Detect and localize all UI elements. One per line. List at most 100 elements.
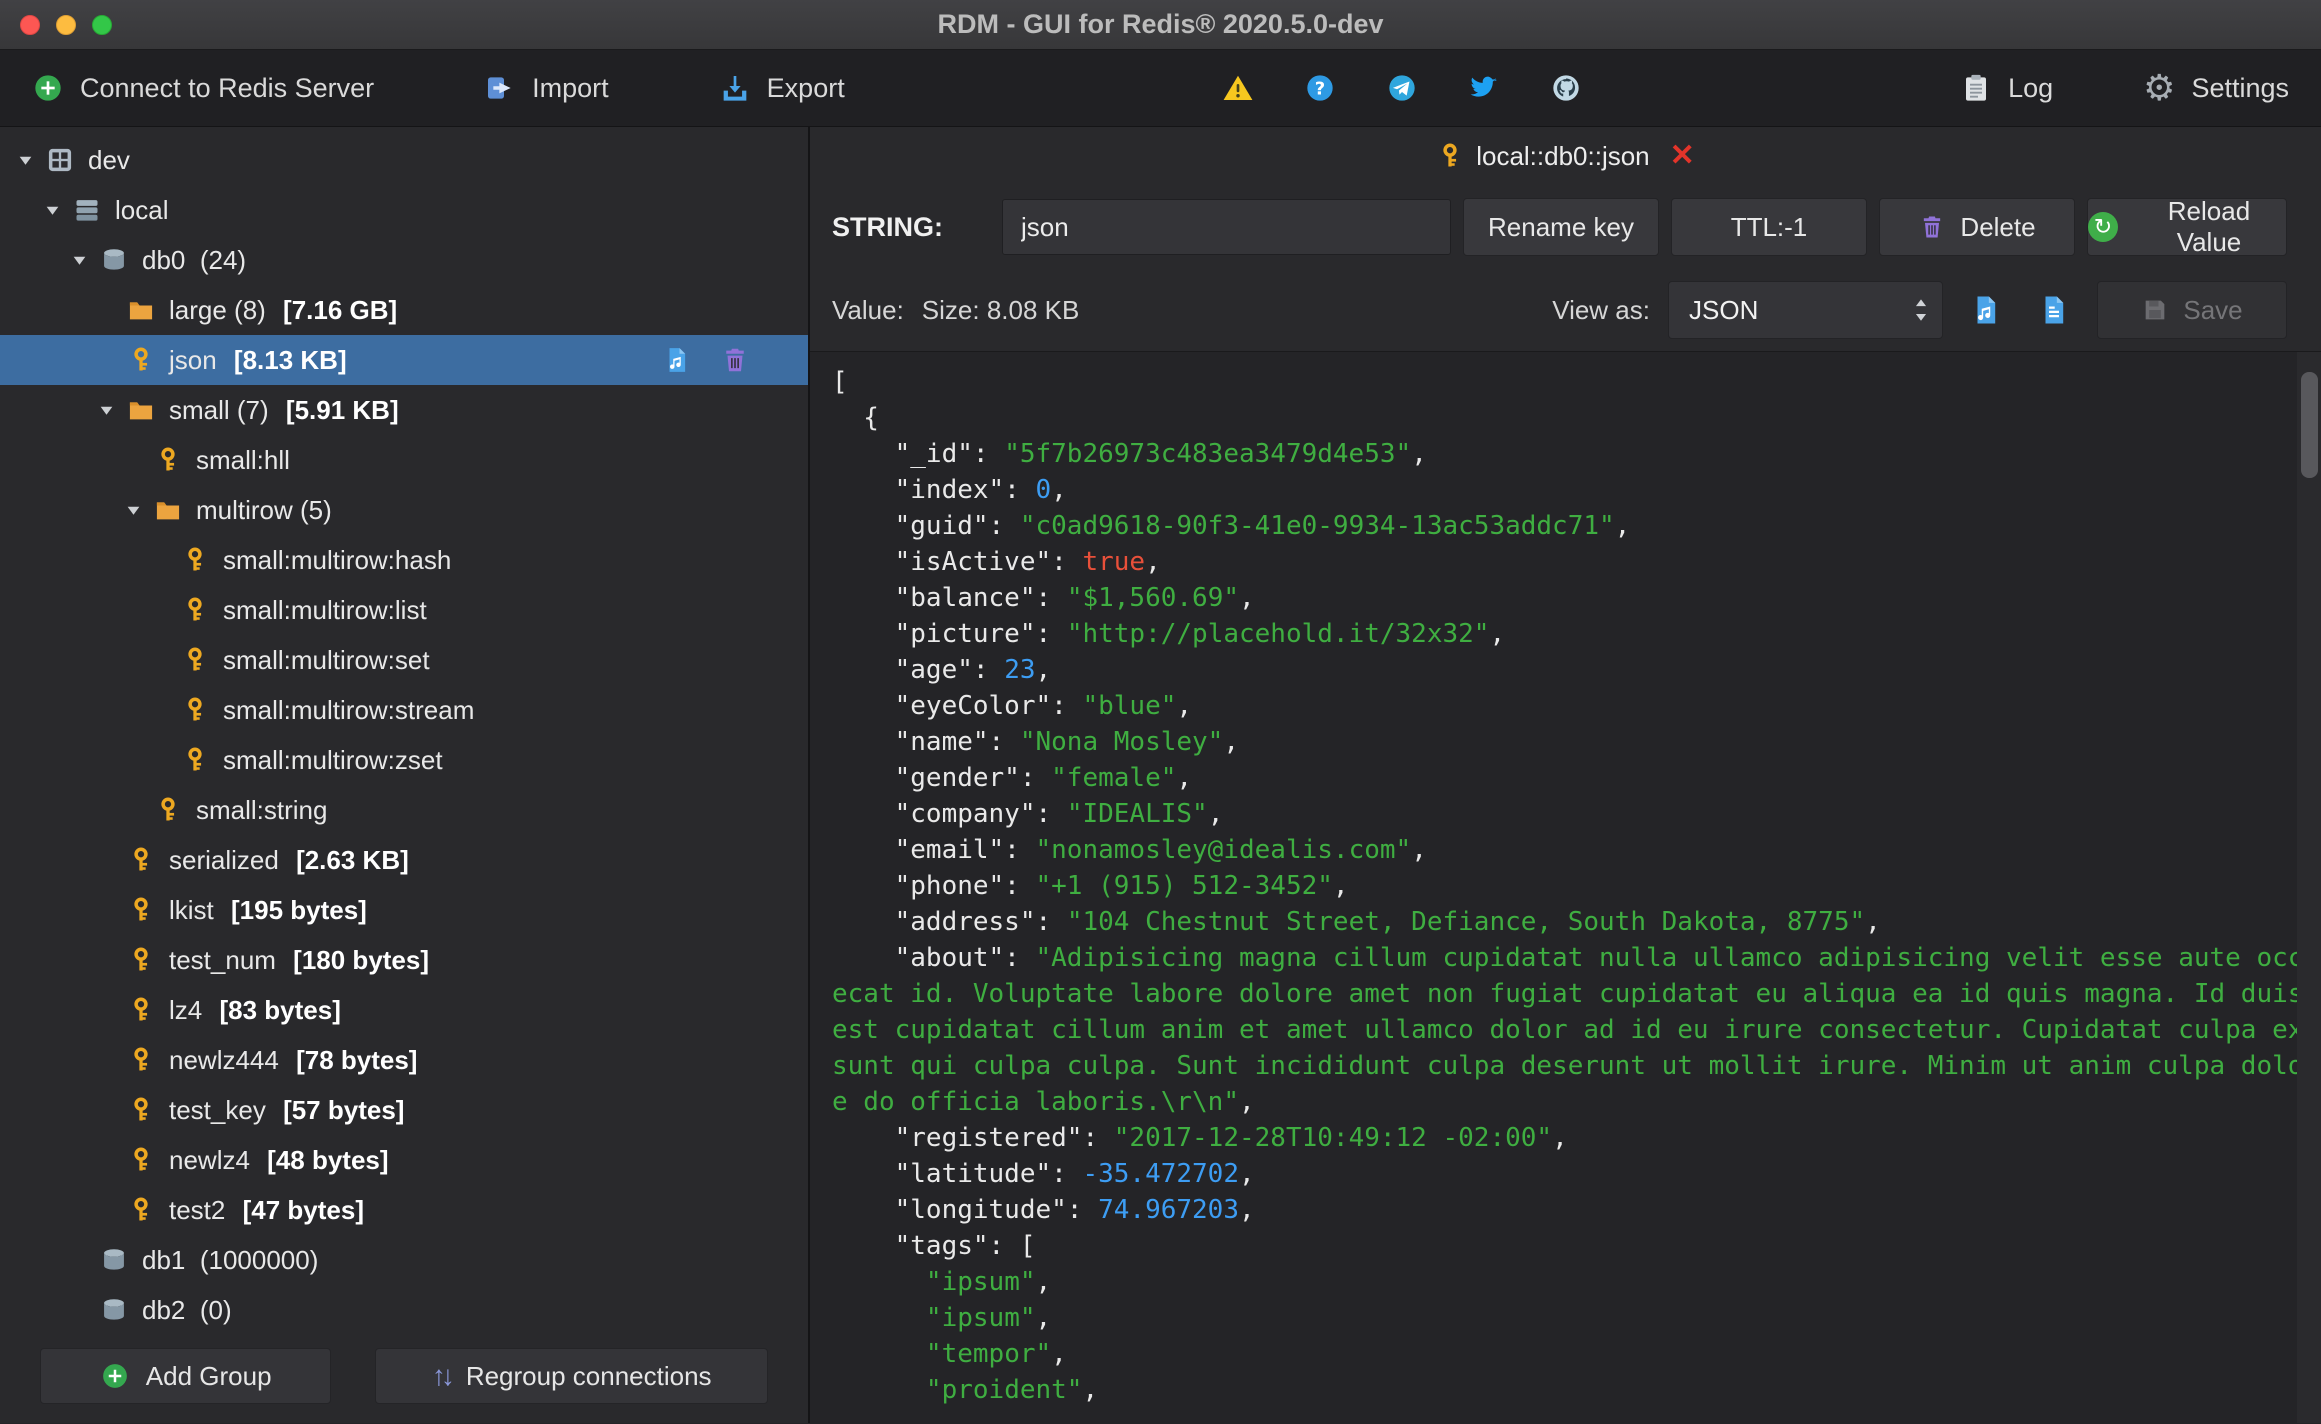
help-icon[interactable]: ? [1304,72,1336,104]
tree-item-small-multirow-list[interactable]: small:multirow:list [0,585,808,635]
key-icon [123,946,159,974]
key-icon [123,896,159,924]
github-icon[interactable] [1550,72,1582,104]
sidebar-footer: Add Group ↑↓ Regroup connections [0,1329,808,1423]
expand-arrow-icon[interactable] [37,202,67,219]
tree-item-multirow-5[interactable]: multirow (5) [0,485,808,535]
regroup-connections-button[interactable]: ↑↓ Regroup connections [375,1348,768,1404]
code-line: "ipsum", [925,1267,1052,1297]
key-icon [1436,142,1464,170]
code-line: "tags": [ [832,1231,1036,1261]
tree-item-json[interactable]: json [8.13 KB] [0,335,808,385]
tree-item-newlz444[interactable]: newlz444 [78 bytes] [0,1035,808,1085]
tree-item-lkist[interactable]: lkist [195 bytes] [0,885,808,935]
tree-item-small-multirow-set[interactable]: small:multirow:set [0,635,808,685]
export-button[interactable]: Export [719,72,845,104]
db-icon [96,1246,132,1274]
tree-item-label: db2 (0) [142,1294,232,1325]
tree-item-large-8[interactable]: large (8) [7.16 GB] [0,285,808,335]
tree-item-small-multirow-zset[interactable]: small:multirow:zset [0,735,808,785]
expand-arrow-icon[interactable] [64,252,94,269]
db-icon [96,1296,132,1324]
key-size-badge: [2.63 KB] [296,844,409,875]
document-json-icon[interactable] [1961,293,2011,327]
tree-item-test2[interactable]: test2 [47 bytes] [0,1185,808,1235]
add-group-button[interactable]: Add Group [40,1348,332,1404]
import-icon [484,72,516,104]
tree-item-label: multirow (5) [196,494,332,525]
tree-item-test-num[interactable]: test_num [180 bytes] [0,935,808,985]
key-name-input[interactable] [1002,199,1451,255]
toolbar: Connect to Redis Server Import Export ? … [0,50,2321,127]
tree-item-small-7[interactable]: small (7) [5.91 KB] [0,385,808,435]
twitter-icon[interactable] [1468,72,1500,104]
tree-item-label: small:multirow:zset [223,744,443,775]
tree-item-local[interactable]: local [0,185,808,235]
trash-icon[interactable] [720,345,750,375]
telegram-icon[interactable] [1386,72,1418,104]
key-icon [123,1196,159,1224]
editor-scrollbar[interactable] [2297,352,2321,1423]
rename-key-button[interactable]: Rename key [1463,198,1659,256]
connection-icon [42,146,78,174]
ttl-button[interactable]: TTL:-1 [1671,198,1867,256]
tree-item-dev[interactable]: dev [0,135,808,185]
reload-value-button[interactable]: ↻ Reload Value [2087,196,2287,257]
code-line: est cupidatat cillum anim et amet ullamc… [832,1015,2320,1045]
tree-item-small-multirow-stream[interactable]: small:multirow:stream [0,685,808,735]
tree-item-test-key[interactable]: test_key [57 bytes] [0,1085,808,1135]
close-tab-icon[interactable]: ✕ [1670,141,1695,171]
scrollbar-thumb[interactable] [2301,372,2318,478]
view-as-value: JSON [1689,294,1759,325]
log-button[interactable]: Log [1960,70,2053,107]
regroup-label: Regroup connections [465,1360,712,1391]
document-text-icon[interactable] [2029,293,2079,327]
tree-item-lz4[interactable]: lz4 [83 bytes] [0,985,808,1035]
edit-key-icon[interactable] [662,345,692,375]
tree-item-label: db0 (24) [142,244,247,275]
tab-bar: local::db0::json ✕ [810,127,2321,185]
tree-item-label: large (8) [169,294,274,325]
plus-circle-icon [32,72,64,104]
tree-item-label: small:multirow:list [223,594,427,625]
tree-item-label: small:multirow:hash [223,544,452,575]
tab-local-db0-json[interactable]: local::db0::json ✕ [1436,141,1695,172]
code-line: "picture": "http://placehold.it/32x32", [832,619,1506,649]
tree-item-small-string[interactable]: small:string [0,785,808,835]
updown-arrows-icon: ↑↓ [431,1360,455,1391]
code-line: "eyeColor": "blue", [832,691,1193,721]
connect-server-label: Connect to Redis Server [80,72,375,103]
code-line: "company": "IDEALIS", [832,799,1224,829]
key-icon [177,746,213,774]
code-line: "ipsum", [925,1303,1052,1333]
connect-server-button[interactable]: Connect to Redis Server [32,72,374,104]
save-value-button[interactable]: Save [2097,281,2287,339]
expand-arrow-icon[interactable] [10,152,40,169]
clipboard-log-icon [1960,72,1992,104]
close-window-button[interactable] [20,14,40,35]
tree-item-db1-1000000[interactable]: db1 (1000000) [0,1235,808,1285]
minimize-window-button[interactable] [56,14,76,35]
tree-item-small-hll[interactable]: small:hll [0,435,808,485]
import-button[interactable]: Import [484,72,609,104]
settings-button[interactable]: ⚙ Settings [2143,69,2289,107]
server-icon [69,196,105,224]
warning-icon[interactable] [1222,72,1254,104]
tree-item-newlz4[interactable]: newlz4 [48 bytes] [0,1135,808,1185]
delete-key-button[interactable]: Delete [1879,198,2075,256]
tree-item-label: small (7) [169,394,276,425]
tree-item-db0-24[interactable]: db0 (24) [0,235,808,285]
connection-tree[interactable]: dev local db0 (24) large (8) [7.16 GB] json … [0,127,808,1329]
tree-item-db2-0[interactable]: db2 (0) [0,1285,808,1329]
expand-arrow-icon[interactable] [118,502,148,519]
tree-item-serialized[interactable]: serialized [2.63 KB] [0,835,808,885]
value-size-label: Size: 8.08 KB [921,294,1080,325]
value-editor[interactable]: [ { "_id": "5f7b26973c483ea3479d4e53", "… [810,351,2321,1423]
zoom-window-button[interactable] [92,14,112,35]
code-line: "address": "104 Chestnut Street, Defianc… [832,907,1881,937]
tree-item-small-multirow-hash[interactable]: small:multirow:hash [0,535,808,585]
expand-arrow-icon[interactable] [91,402,121,419]
db-icon [96,246,132,274]
view-as-select[interactable]: JSON [1668,281,1943,339]
key-type-label: STRING: [832,211,943,242]
